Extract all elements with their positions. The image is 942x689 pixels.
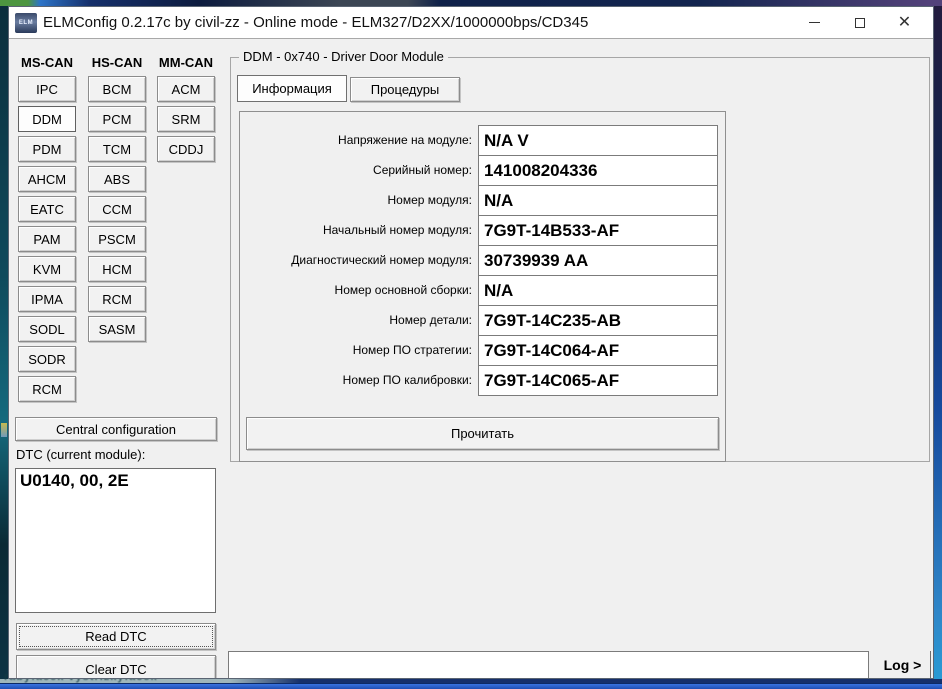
field-row: Серийный номер: 141008204336 (240, 155, 725, 185)
module-button-sasm[interactable]: SASM (88, 316, 146, 342)
module-button-ipma[interactable]: IPMA (18, 286, 76, 312)
read-module-button[interactable]: Прочитать (246, 417, 719, 450)
field-label-initial-number: Начальный номер модуля: (240, 215, 472, 245)
module-button-bcm[interactable]: BCM (88, 76, 146, 102)
field-row: Номер ПО стратегии: 7G9T-14C064-AF (240, 335, 725, 365)
read-dtc-label: Read DTC (85, 629, 146, 644)
module-button-pdm[interactable]: PDM (18, 136, 76, 162)
module-button-pscm[interactable]: PSCM (88, 226, 146, 252)
field-value-main-assembly[interactable]: N/A (478, 275, 718, 306)
field-label-strategy-sw: Номер ПО стратегии: (240, 335, 472, 365)
log-button[interactable]: Log > (875, 651, 931, 679)
client-area: MS-CAN HS-CAN MM-CAN IPC DDM PDM AHCM EA… (9, 39, 933, 679)
module-button-ipc[interactable]: IPC (18, 76, 76, 102)
module-button-eatc[interactable]: EATC (18, 196, 76, 222)
field-row: Номер основной сборки: N/A (240, 275, 725, 305)
module-button-rcm-hs[interactable]: RCM (88, 286, 146, 312)
module-button-srm[interactable]: SRM (157, 106, 215, 132)
information-panel: Напряжение на модуле: N/A V Серийный ном… (239, 111, 726, 462)
taskbar-edge (0, 683, 942, 689)
central-configuration-button[interactable]: Central configuration (15, 417, 217, 441)
field-row: Диагностический номер модуля: 30739939 A… (240, 245, 725, 275)
mm-can-column: ACM SRM CDDJ (157, 76, 215, 162)
field-label-voltage: Напряжение на модуле: (240, 125, 472, 155)
field-row: Номер детали: 7G9T-14C235-AB (240, 305, 725, 335)
module-groupbox: DDM - 0x740 - Driver Door Module Информа… (230, 57, 930, 462)
window-title: ELMConfig 0.2.17c by civil-zz - Online m… (43, 14, 588, 31)
minimize-icon (809, 22, 820, 23)
field-value-module-number[interactable]: N/A (478, 185, 718, 216)
header-hs-can: HS-CAN (88, 55, 146, 70)
dtc-listbox[interactable]: U0140, 00, 2E (15, 468, 216, 613)
minimize-button[interactable] (792, 9, 837, 37)
module-button-sodl[interactable]: SODL (18, 316, 76, 342)
read-dtc-button[interactable]: Read DTC (16, 623, 216, 650)
field-value-initial-number[interactable]: 7G9T-14B533-AF (478, 215, 718, 246)
module-button-pam[interactable]: PAM (18, 226, 76, 252)
clear-dtc-button[interactable]: Clear DTC (16, 655, 216, 679)
app-icon: ELM (15, 13, 37, 33)
field-value-calibration-sw[interactable]: 7G9T-14C065-AF (478, 365, 718, 396)
module-button-rcm-ms[interactable]: RCM (18, 376, 76, 402)
field-label-calibration-sw: Номер ПО калибровки: (240, 365, 472, 395)
field-label-module-number: Номер модуля: (240, 185, 472, 215)
module-button-sodr[interactable]: SODR (18, 346, 76, 372)
field-label-main-assembly: Номер основной сборки: (240, 275, 472, 305)
desktop-wallpaper-right (934, 6, 942, 679)
tab-information[interactable]: Информация (237, 75, 347, 102)
field-label-part-number: Номер детали: (240, 305, 472, 335)
module-button-cddj[interactable]: CDDJ (157, 136, 215, 162)
module-button-ccm[interactable]: CCM (88, 196, 146, 222)
dtc-entry[interactable]: U0140, 00, 2E (20, 471, 211, 491)
close-icon: ✕ (898, 15, 911, 31)
field-value-voltage[interactable]: N/A V (478, 125, 718, 156)
dtc-label: DTC (current module): (16, 447, 145, 462)
groupbox-title: DDM - 0x740 - Driver Door Module (239, 49, 448, 64)
header-ms-can: MS-CAN (18, 55, 76, 70)
field-value-part-number[interactable]: 7G9T-14C235-AB (478, 305, 718, 336)
maximize-button[interactable] (837, 9, 882, 37)
hs-can-column: BCM PCM TCM ABS CCM PSCM HCM RCM SASM (88, 76, 146, 342)
ms-can-column: IPC DDM PDM AHCM EATC PAM KVM IPMA SODL … (18, 76, 76, 402)
field-value-strategy-sw[interactable]: 7G9T-14C064-AF (478, 335, 718, 366)
module-button-pcm[interactable]: PCM (88, 106, 146, 132)
field-label-serial: Серийный номер: (240, 155, 472, 185)
field-row: Номер ПО калибровки: 7G9T-14C065-AF (240, 365, 725, 395)
field-row: Напряжение на модуле: N/A V (240, 125, 725, 155)
field-row: Начальный номер модуля: 7G9T-14B533-AF (240, 215, 725, 245)
module-button-kvm[interactable]: KVM (18, 256, 76, 282)
module-button-ahcm[interactable]: AHCM (18, 166, 76, 192)
titlebar[interactable]: ELM ELMConfig 0.2.17c by civil-zz - Onli… (9, 7, 933, 39)
module-button-abs[interactable]: ABS (88, 166, 146, 192)
elmconfig-window: ELM ELMConfig 0.2.17c by civil-zz - Onli… (8, 6, 934, 679)
desktop-wallpaper-left (0, 6, 8, 679)
field-row: Номер модуля: N/A (240, 185, 725, 215)
tab-procedures[interactable]: Процедуры (350, 77, 460, 102)
desktop-icon (1, 423, 7, 437)
header-mm-can: MM-CAN (157, 55, 215, 70)
module-button-acm[interactable]: ACM (157, 76, 215, 102)
command-input[interactable] (228, 651, 869, 679)
maximize-icon (855, 18, 865, 28)
field-value-diagnostic-number[interactable]: 30739939 AA (478, 245, 718, 276)
close-button[interactable]: ✕ (882, 9, 927, 37)
field-label-diagnostic-number: Диагностический номер модуля: (240, 245, 472, 275)
field-value-serial[interactable]: 141008204336 (478, 155, 718, 186)
module-button-tcm[interactable]: TCM (88, 136, 146, 162)
module-button-hcm[interactable]: HCM (88, 256, 146, 282)
module-button-ddm[interactable]: DDM (18, 106, 76, 132)
